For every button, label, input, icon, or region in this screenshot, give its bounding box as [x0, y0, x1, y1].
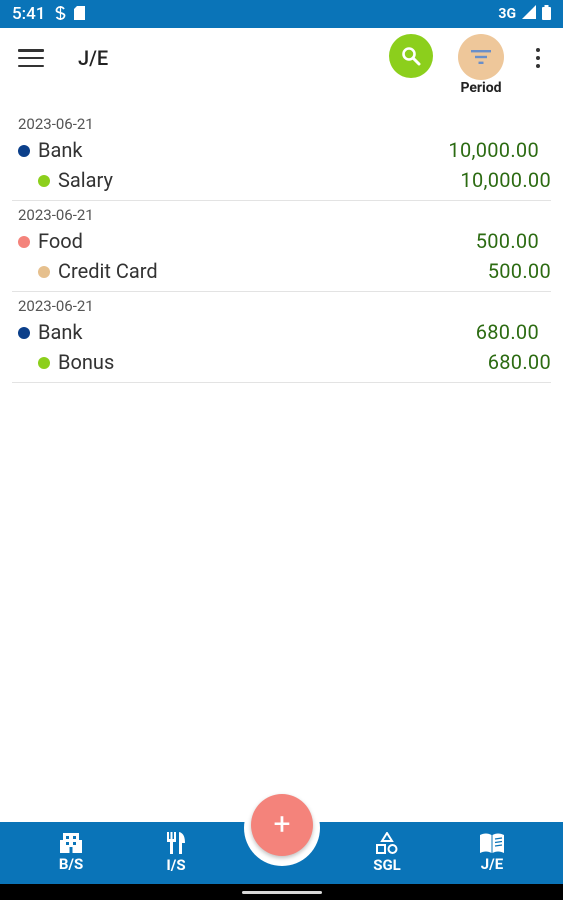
- add-entry-button[interactable]: +: [251, 794, 313, 856]
- search-button[interactable]: [389, 34, 433, 78]
- period-label: Period: [460, 80, 502, 96]
- debit-amount: 680.00: [475, 320, 539, 344]
- nav-item-sgl[interactable]: SGL: [347, 822, 427, 884]
- menu-icon[interactable]: [18, 46, 44, 70]
- account-color-dot: [18, 145, 30, 157]
- app-bar: J/E Period: [0, 28, 563, 100]
- entry-date: 2023-06-21: [18, 297, 94, 315]
- credit-amount: 680.00: [487, 350, 551, 374]
- account-color-dot: [38, 266, 50, 278]
- journal-entry[interactable]: 2023-06-21 Food 500.00 Credit Card 500.0…: [12, 201, 551, 292]
- nav-item-balance-sheet[interactable]: B/S: [31, 822, 111, 884]
- nav-label: B/S: [58, 855, 84, 873]
- sync-icon: [55, 5, 66, 24]
- signal-icon: [522, 5, 536, 23]
- filter-icon: [471, 50, 491, 64]
- battery-icon: [542, 4, 551, 24]
- nav-item-income-statement[interactable]: I/S: [136, 822, 216, 884]
- debit-line: Food 500.00: [12, 227, 551, 255]
- shapes-icon: [376, 832, 398, 854]
- entry-date: 2023-06-21: [18, 115, 94, 133]
- nav-label: J/E: [480, 855, 504, 873]
- period-filter-button[interactable]: [458, 34, 504, 80]
- page-title: J/E: [78, 46, 109, 70]
- book-icon: [480, 833, 504, 853]
- status-time: 5:41: [12, 4, 46, 24]
- account-color-dot: [18, 327, 30, 339]
- building-icon: [60, 833, 82, 853]
- nav-label: SGL: [373, 856, 401, 874]
- search-icon: [402, 47, 421, 66]
- credit-line: Credit Card 500.00: [12, 257, 551, 285]
- debit-line: Bank 10,000.00: [12, 136, 551, 164]
- journal-entry-list: 2023-06-21 Bank 10,000.00 Salary 10,000.…: [0, 110, 563, 383]
- system-navigation-bar: [0, 884, 563, 900]
- debit-account: Food: [38, 229, 83, 253]
- utensils-icon: [167, 832, 185, 854]
- credit-amount: 10,000.00: [460, 168, 551, 192]
- home-gesture-handle[interactable]: [242, 891, 322, 894]
- account-color-dot: [38, 175, 50, 187]
- credit-line: Salary 10,000.00: [12, 166, 551, 194]
- account-color-dot: [18, 236, 30, 248]
- credit-account: Credit Card: [58, 259, 158, 283]
- credit-line: Bonus 680.00: [12, 348, 551, 376]
- status-bar: 5:41 3G: [0, 0, 563, 28]
- credit-amount: 500.00: [487, 259, 551, 283]
- nav-item-journal-entry[interactable]: J/E: [452, 822, 532, 884]
- network-type: 3G: [498, 6, 516, 22]
- debit-account: Bank: [38, 138, 83, 162]
- more-options-icon[interactable]: [530, 44, 546, 72]
- credit-account: Bonus: [58, 350, 115, 374]
- entry-date: 2023-06-21: [18, 206, 94, 224]
- sd-card-icon: [74, 5, 86, 24]
- debit-amount: 10,000.00: [448, 138, 539, 162]
- debit-amount: 500.00: [475, 229, 539, 253]
- account-color-dot: [38, 357, 50, 369]
- plus-icon: +: [273, 807, 291, 842]
- nav-label: I/S: [166, 856, 186, 874]
- journal-entry[interactable]: 2023-06-21 Bank 680.00 Bonus 680.00: [12, 292, 551, 383]
- journal-entry[interactable]: 2023-06-21 Bank 10,000.00 Salary 10,000.…: [12, 110, 551, 201]
- credit-account: Salary: [58, 168, 113, 192]
- debit-line: Bank 680.00: [12, 318, 551, 346]
- debit-account: Bank: [38, 320, 83, 344]
